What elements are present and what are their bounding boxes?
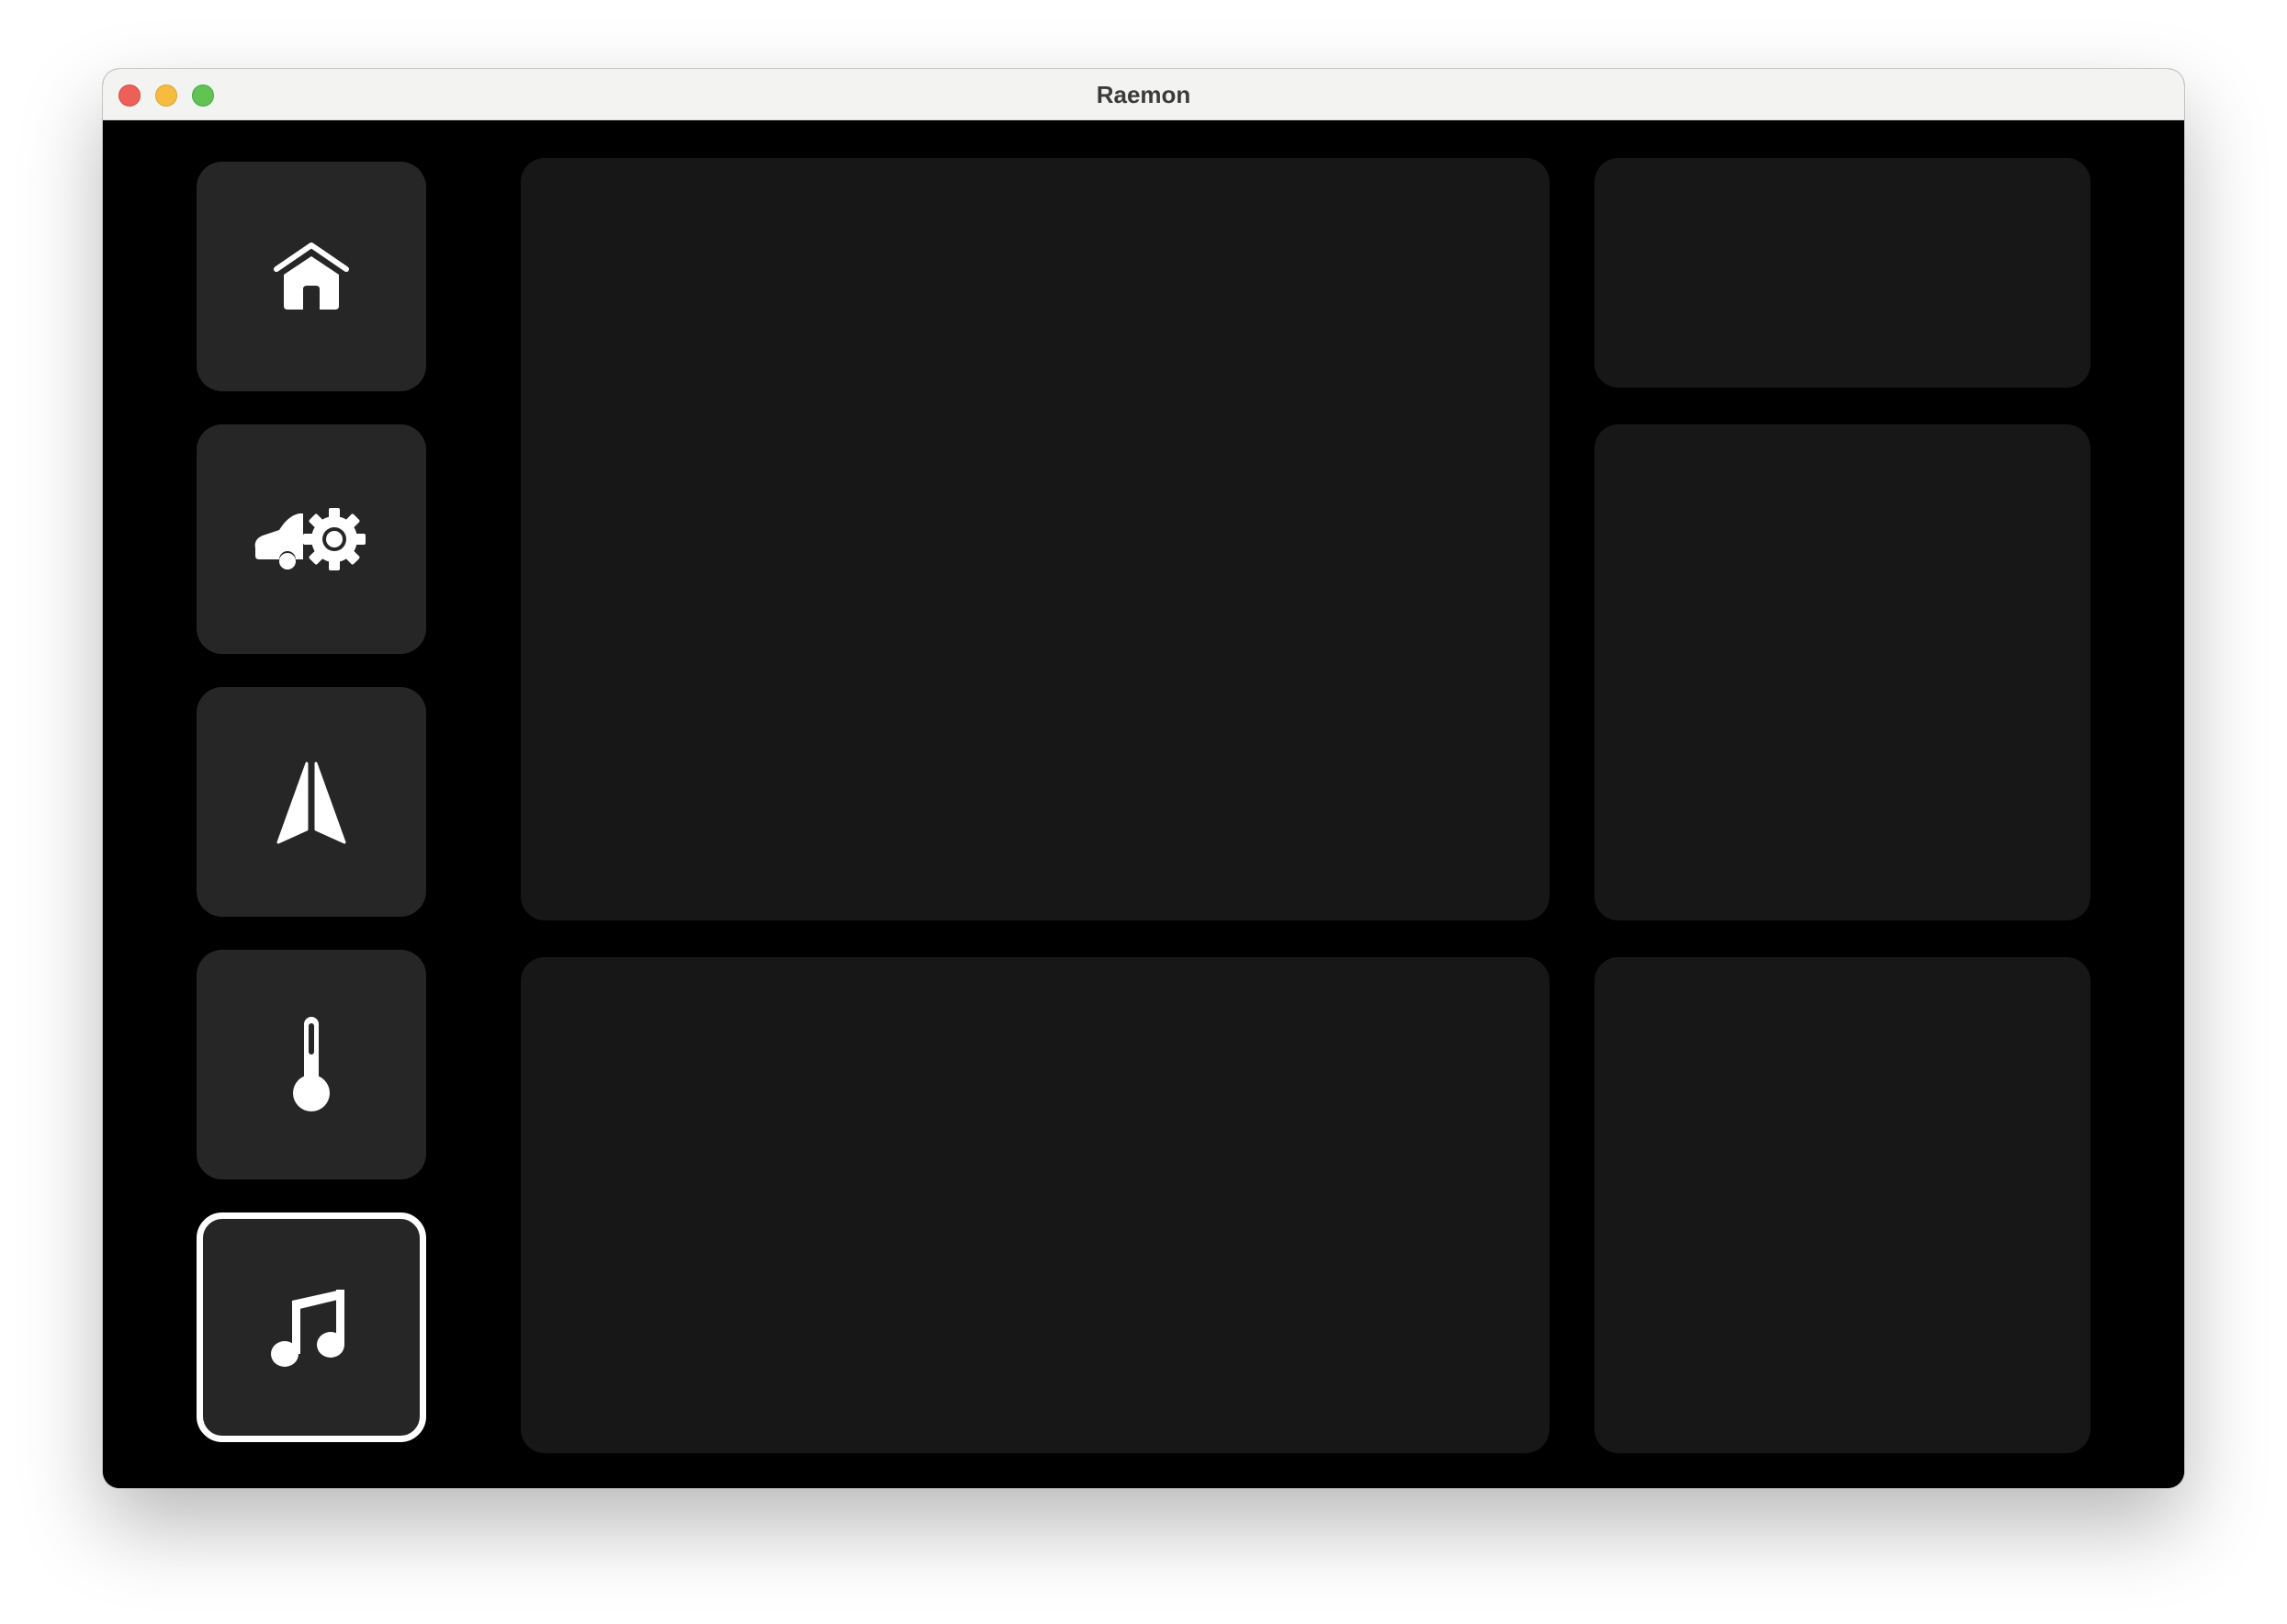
window-title: Raemon <box>1096 81 1191 108</box>
home-icon <box>273 242 350 311</box>
side-panel-top <box>1594 158 2090 388</box>
nav-button-navigation[interactable] <box>197 687 426 917</box>
car-gear-icon <box>252 506 371 572</box>
main-content <box>103 120 2184 1488</box>
nav-button-climate[interactable] <box>197 950 426 1179</box>
music-note-icon <box>270 1288 353 1367</box>
nav-button-home[interactable] <box>197 162 426 391</box>
nav-button-car-settings[interactable] <box>197 424 426 654</box>
thermometer-icon <box>288 1014 334 1115</box>
main-panel-top <box>521 158 1549 920</box>
navigation-arrow-icon <box>273 760 350 844</box>
main-panel-bottom <box>521 957 1549 1453</box>
title-bar: Raemon <box>103 69 2184 120</box>
app-window: Raemon <box>103 69 2184 1488</box>
side-panel-middle <box>1594 424 2090 920</box>
nav-button-music[interactable] <box>197 1212 426 1442</box>
side-panel-bottom <box>1594 957 2090 1453</box>
